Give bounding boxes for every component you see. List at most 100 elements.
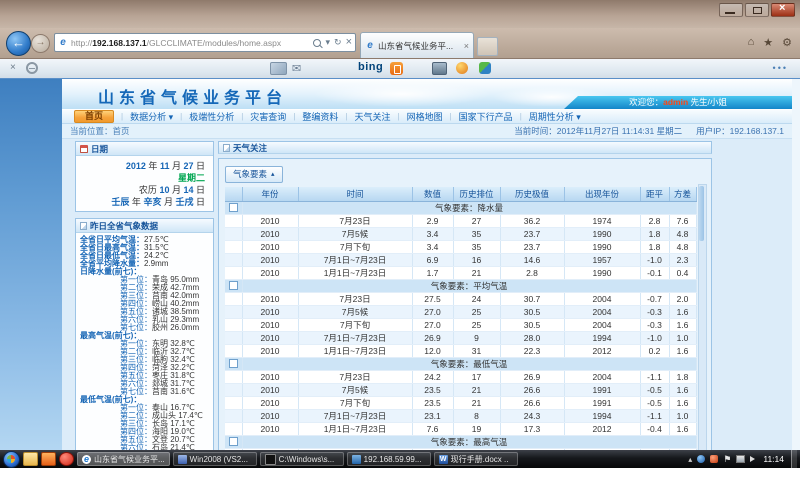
column-header[interactable]: 出现年份 [564,187,640,202]
group-row[interactable]: 气象要素：平均气温 [225,279,696,292]
table-row[interactable]: 20107月1日~7月23日26.9928.01994-1.01.0 [225,331,696,344]
column-header[interactable]: 历史极值 [500,187,564,202]
show-desktop-button[interactable] [791,450,797,468]
explorer-icon[interactable] [23,452,38,466]
addon-icon-1[interactable] [432,62,447,75]
tools-gear-icon[interactable] [782,36,792,49]
table-row[interactable]: 20107月1日~7月23日23.1824.31994-1.11.0 [225,409,696,422]
column-header[interactable]: 年份 [242,187,298,202]
tab-close-icon[interactable] [464,41,469,51]
station-value: 莒南 31.6℃ [152,387,195,396]
element-filter-button[interactable]: 气象要素▴ [225,166,283,183]
table-row[interactable]: 20107月5候23.52126.61991-0.51.6 [225,383,696,396]
taskbar-window-3[interactable]: 192.168.59.99... [347,452,431,466]
column-header[interactable]: 历史排位 [453,187,500,202]
tray-expand-icon[interactable] [688,455,692,464]
table-row[interactable]: 20107月5候3.43523.719901.84.8 [225,227,696,240]
app-icon [178,455,187,464]
addon-more-icon[interactable] [773,63,788,73]
stop-icon[interactable] [346,34,352,51]
addon-logo-icon[interactable] [390,62,403,75]
table-row[interactable]: 20101月1日~7月23日1.7212.81990-0.10.4 [225,266,696,279]
table-header-row: 年份时间数值历史排位历史极值出现年份距平方差 [225,187,696,202]
address-bar[interactable]: http://192.168.137.1/GLCCLIMATE/modules/… [54,33,356,52]
media-app-icon[interactable] [41,452,56,466]
column-header[interactable] [225,187,242,202]
table-row[interactable]: 20107月5候27.02530.52004-0.31.6 [225,305,696,318]
group-row[interactable]: 气象要素：最高气温 [225,435,696,448]
column-header[interactable]: 时间 [298,187,412,202]
group-checkbox[interactable] [229,281,238,290]
table-row[interactable]: 20101月1日~7月23日7.61917.32012-0.41.6 [225,422,696,435]
url-text[interactable]: http://192.168.137.1/GLCCLIMATE/modules/… [71,38,309,48]
taskbar-window-2[interactable]: C:\Windows\s... [260,452,344,466]
column-header[interactable]: 数值 [412,187,453,202]
table-row[interactable]: 20107月23日24.21726.92004-1.11.8 [225,370,696,383]
nav-item-5[interactable]: 天气关注 [354,110,390,123]
home-icon[interactable] [748,36,755,49]
table-row[interactable]: 20107月23日27.52430.72004-0.72.0 [225,292,696,305]
group-checkbox[interactable] [229,437,238,446]
back-button[interactable] [6,31,31,56]
network-icon[interactable] [736,455,745,463]
taskbar-window-4[interactable]: 现行手册.docx .. [434,452,518,466]
calendar-text: 月 [169,185,183,195]
column-header[interactable]: 距平 [640,187,669,202]
table-row[interactable]: 20107月下旬27.02530.52004-0.31.6 [225,318,696,331]
maximize-button[interactable] [745,3,769,17]
table-row[interactable]: 20107月23日2.92736.219742.87.6 [225,214,696,227]
addon-icon-3[interactable] [479,62,491,74]
volume-icon[interactable] [750,456,758,462]
tray-icon-red[interactable] [710,455,718,463]
main-navigation: 首页|数据分析 ▾|极端性分析|灾害查询|整编资料|天气关注|网格地图|国家下行… [62,109,792,124]
minimize-button[interactable] [719,3,743,17]
table-cell: 1994 [564,331,640,344]
nav-item-8[interactable]: 周期性分析 ▾ [529,110,581,123]
rank-label: 第六位： [120,443,152,450]
start-button[interactable] [3,451,20,468]
table-cell: -1.0 [640,331,669,344]
table-cell: 2010 [242,240,298,253]
table-scrollbar[interactable] [698,184,707,450]
station-value: 石岛 21.4℃ [152,443,195,450]
nav-item-1[interactable]: 数据分析 ▾ [130,110,173,123]
group-checkbox[interactable] [229,359,238,368]
column-header[interactable]: 方差 [669,187,696,202]
bing-logo[interactable]: bing [358,61,383,73]
taskbar-window-0[interactable]: 山东省气候业务平... [77,452,170,466]
taskbar-window-1[interactable]: Win2008 (VS2... [173,452,257,466]
nav-item-6[interactable]: 网格地图 [407,110,443,123]
scrollbar-thumb[interactable] [699,186,704,241]
address-dropdown-icon[interactable] [325,34,330,51]
table-row[interactable]: 20107月下旬23.52126.61991-0.51.6 [225,396,696,409]
table-row[interactable]: 20107月1日~7月23日6.91614.61957-1.02.3 [225,253,696,266]
nav-item-2[interactable]: 极端性分析 [189,110,234,123]
group-row[interactable]: 气象要素：最低气温 [225,357,696,370]
group-checkbox[interactable] [229,203,238,212]
table-cell: 36.2 [500,214,564,227]
group-row[interactable]: 气象要素：降水量 [225,201,696,214]
addon-icon-2[interactable] [456,62,468,74]
tray-icon-blue[interactable] [697,455,705,463]
forward-button[interactable] [31,34,50,53]
table-row[interactable]: 20101月1日~7月23日12.03122.320120.21.6 [225,344,696,357]
mail-icon[interactable] [292,62,301,75]
new-tab-button[interactable] [477,37,498,56]
search-icon[interactable] [313,39,321,47]
nav-item-4[interactable]: 整编资料 [302,110,338,123]
player-app-icon[interactable] [59,452,74,466]
favorites-icon[interactable] [763,36,773,49]
taskbar-clock[interactable]: 11:14 [763,454,784,464]
nav-item-3[interactable]: 灾害查询 [250,110,286,123]
addon-blocker-icon[interactable] [26,62,38,74]
refresh-icon[interactable] [334,34,342,51]
action-center-flag-icon[interactable] [723,454,731,465]
addon-card-icon[interactable] [270,62,287,75]
calendar-text: 日 [193,161,205,171]
addon-close-icon[interactable] [10,62,16,73]
browser-tab[interactable]: 山东省气候业务平... [360,32,474,58]
close-button[interactable] [771,3,795,17]
nav-item-7[interactable]: 国家下行产品 [459,110,513,123]
table-row[interactable]: 20107月下旬3.43523.719901.84.8 [225,240,696,253]
nav-item-0[interactable]: 首页 [74,110,114,123]
